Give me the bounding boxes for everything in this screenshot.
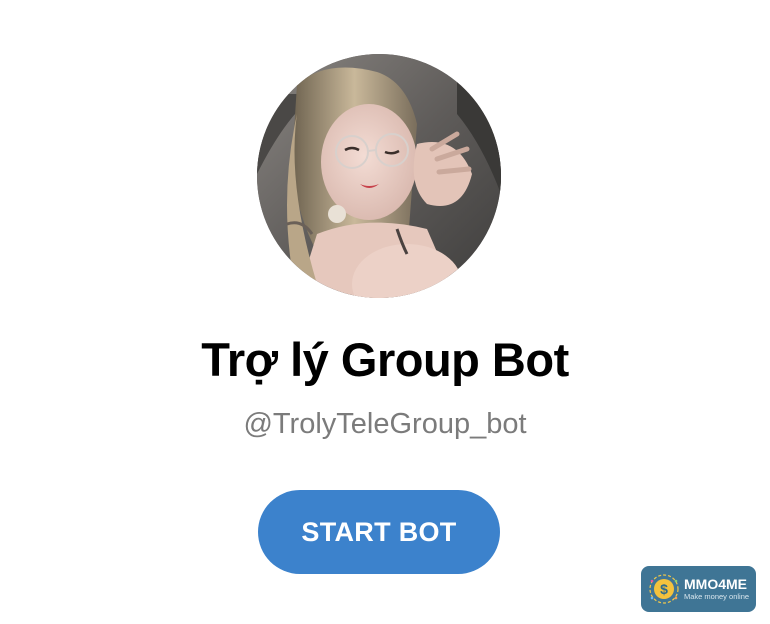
watermark-brand: MMO4ME <box>684 576 747 592</box>
bot-display-name: Trợ lý Group Bot <box>201 333 569 386</box>
avatar-photo <box>257 54 501 298</box>
bot-avatar <box>257 54 501 298</box>
watermark-text: MMO4ME Make money online <box>684 576 750 602</box>
watermark-tagline: Make money online <box>684 592 750 601</box>
watermark-badge: $ MMO4ME Make money online <box>641 566 756 612</box>
start-bot-button[interactable]: START BOT <box>258 490 500 574</box>
svg-text:$: $ <box>660 581 668 597</box>
bot-username: @TrolyTeleGroup_bot <box>243 408 527 440</box>
bot-profile-page: Trợ lý Group Bot @TrolyTeleGroup_bot STA… <box>0 0 770 624</box>
dollar-coin-icon: $ <box>649 574 679 604</box>
